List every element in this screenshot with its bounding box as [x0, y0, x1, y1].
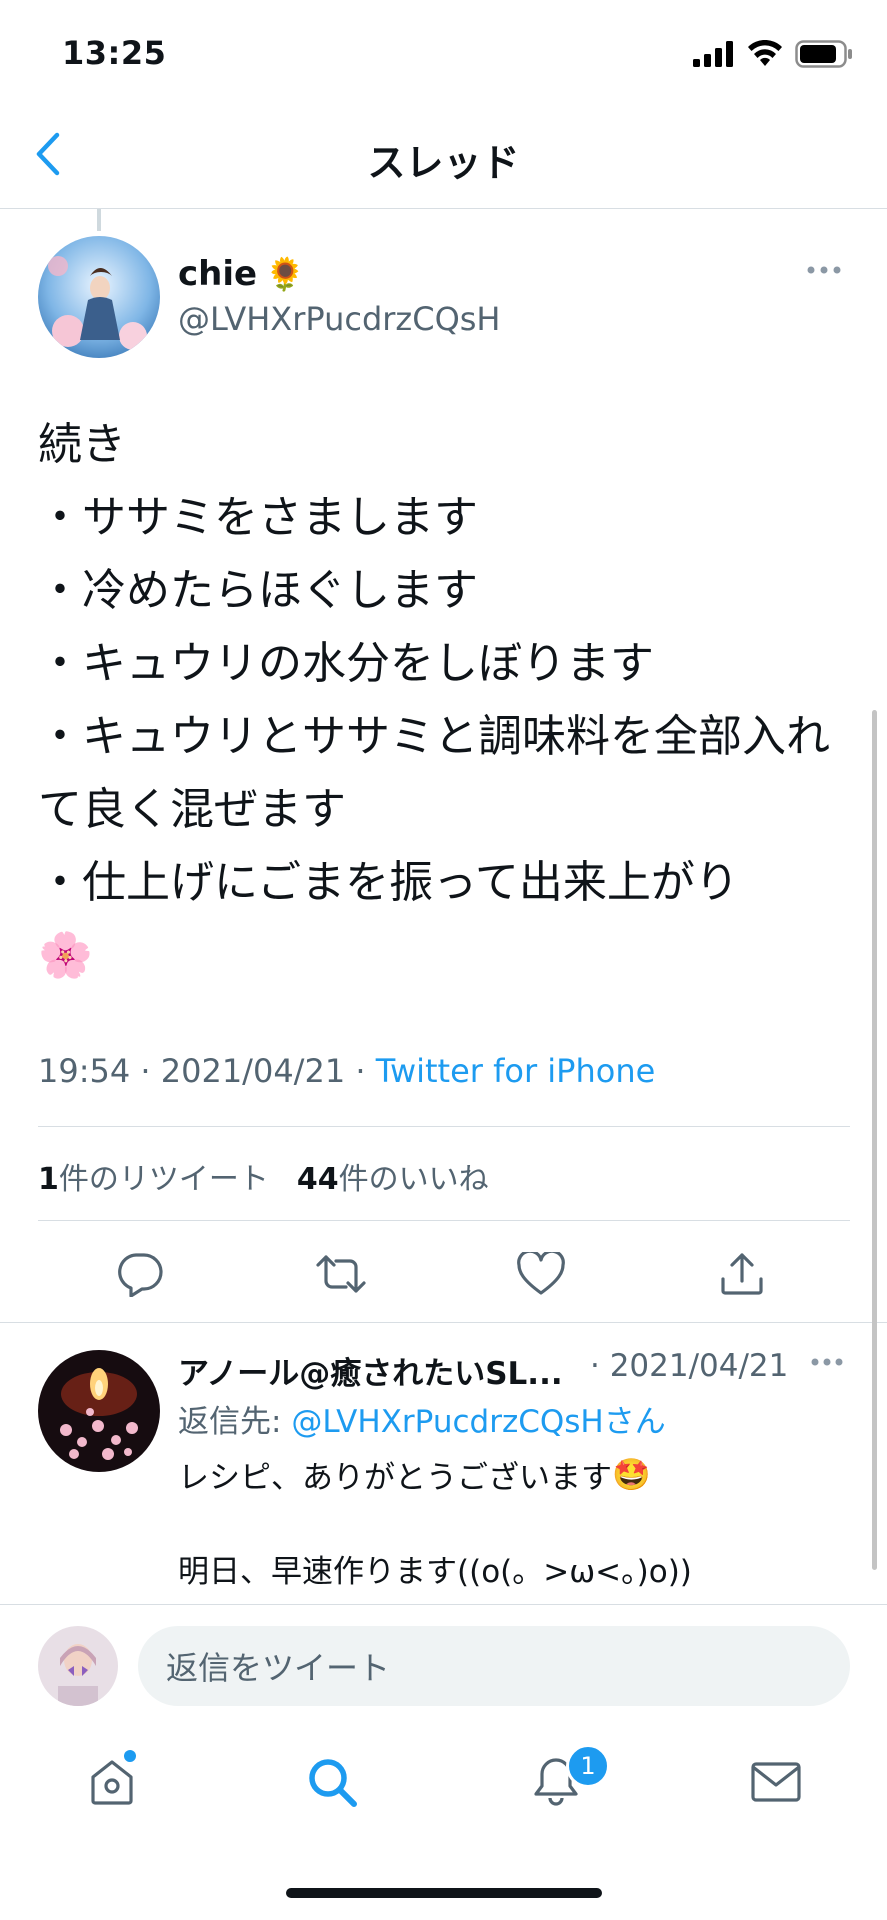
messages-icon [751, 1762, 801, 1802]
divider [0, 1604, 887, 1605]
reply-text-line: レシピ、ありがとうございます 🤩 [178, 1452, 651, 1497]
tab-messages[interactable] [746, 1752, 806, 1812]
more-icon [807, 266, 841, 274]
tweet-time: 19:54 [38, 1052, 131, 1090]
like-label: 件のいいね [338, 1162, 489, 1197]
thread-line [97, 209, 101, 231]
retweet-icon [316, 1255, 366, 1293]
retweet-count: 1 [38, 1162, 59, 1197]
reply-to-label: 返信先: [178, 1404, 292, 1440]
wifi-icon [748, 40, 782, 66]
divider [38, 1220, 850, 1221]
tweet-stats: 1件のリツイート 44件のいいね [38, 1154, 489, 1198]
reply-composer-input[interactable]: 返信をツイート [138, 1626, 850, 1706]
author-name-text: chie [178, 254, 258, 294]
reply-more-options-button[interactable] [810, 1352, 844, 1371]
reply-author-name[interactable]: アノール@癒されたいSL... [178, 1348, 588, 1393]
reply-date: · 2021/04/21 [590, 1348, 789, 1384]
share-button[interactable] [712, 1244, 772, 1304]
more-icon [811, 1358, 843, 1366]
reply-button[interactable] [110, 1244, 170, 1304]
reply-author-avatar[interactable] [38, 1350, 160, 1472]
reply-to: 返信先: @LVHXrPucdrzCQsHさん [178, 1396, 666, 1441]
search-icon [309, 1759, 357, 1807]
tweet-text-body: 続き ・ササミをさまします ・冷めたらほぐします ・キュウリの水分をしぼります … [38, 419, 830, 908]
author-handle[interactable]: @LVHXrPucdrzCQsH [178, 300, 500, 338]
tweet-meta: 19:54 · 2021/04/21 · Twitter for iPhone [38, 1052, 655, 1090]
status-time: 13:25 [62, 34, 167, 72]
notification-badge: 1 [566, 1744, 610, 1788]
reply-text-1: レシピ、ありがとうございます [178, 1460, 612, 1496]
reply-to-handle[interactable]: @LVHXrPucdrzCQsHさん [291, 1404, 665, 1440]
home-icon [91, 1760, 133, 1805]
divider [0, 208, 887, 209]
home-indicator[interactable] [286, 1888, 602, 1898]
page-title: スレッド [367, 141, 520, 185]
my-avatar[interactable] [38, 1626, 118, 1706]
meta-sep: · [355, 1052, 376, 1090]
like-count: 44 [296, 1162, 339, 1197]
tweet-source-link[interactable]: Twitter for iPhone [376, 1052, 656, 1090]
scrollbar[interactable] [872, 710, 877, 1570]
retweets-stat[interactable]: 1件のリツイート [38, 1154, 269, 1198]
more-options-button[interactable] [806, 260, 842, 279]
sunflower-emoji: 🌻 [265, 255, 305, 293]
tab-search[interactable] [302, 1752, 362, 1812]
retweet-button[interactable] [311, 1244, 371, 1304]
signal-icon [693, 41, 733, 67]
cherry-blossom-emoji: 🌸 [38, 930, 93, 981]
tweet-date: 2021/04/21 [160, 1052, 346, 1090]
heart-icon [517, 1252, 565, 1295]
star-struck-emoji: 🤩 [612, 1457, 651, 1493]
battery-icon [795, 40, 852, 68]
author-avatar[interactable] [38, 236, 160, 358]
tweet-text: 続き ・ササミをさまします ・冷めたらほぐします ・キュウリの水分をしぼります … [38, 408, 858, 992]
share-icon [721, 1253, 763, 1295]
divider [38, 1126, 850, 1127]
likes-stat[interactable]: 44件のいいね [297, 1154, 489, 1198]
reply-text-2: 明日、早速作ります((o(。>ω<。)o)) [178, 1554, 692, 1590]
meta-sep: · [140, 1052, 161, 1090]
divider [0, 1322, 887, 1323]
status-icons [693, 40, 853, 68]
author-name[interactable]: chie 🌻 [178, 254, 305, 294]
reply-icon [118, 1253, 163, 1297]
like-button[interactable] [511, 1244, 571, 1304]
retweet-label: 件のリツイート [58, 1162, 269, 1197]
home-unread-dot [124, 1750, 136, 1762]
